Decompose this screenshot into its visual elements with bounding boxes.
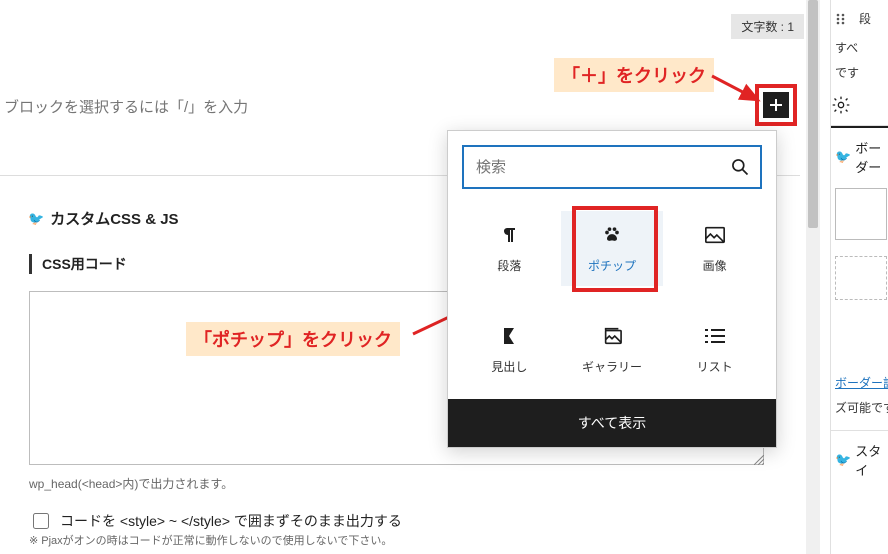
block-inserter-panel: 段落 ポチップ 画像 見出し ギャラリー xyxy=(447,130,777,448)
image-icon xyxy=(704,223,726,247)
block-item-heading[interactable]: 見出し xyxy=(458,312,561,387)
block-label: 画像 xyxy=(703,257,727,274)
raw-output-checkbox-label: コードを <style> ~ </style> で囲まずそのまま出力する xyxy=(60,511,402,531)
search-icon xyxy=(730,157,750,177)
inserter-show-all[interactable]: すべて表示 xyxy=(448,399,776,447)
gear-icon xyxy=(831,95,851,115)
raw-output-note: ※ Pjaxがオンの時はコードが正常に動作しないので使用しないで下さい。 xyxy=(29,532,392,548)
gear-button[interactable] xyxy=(831,85,888,125)
editor-main: 文字数 : 1 ブロックを選択するには「/」を入力 「＋」をクリック 🐦 カスタ… xyxy=(0,0,830,554)
plus-highlight xyxy=(755,84,797,126)
section-title-text: カスタムCSS & JS xyxy=(50,208,178,229)
css-hint-text: wp_head(<head>内)で出力されます。 xyxy=(29,475,233,492)
sidebar-frag: です xyxy=(831,60,888,85)
main-scrollbar[interactable] xyxy=(806,0,820,554)
swan-icon: 🐦 xyxy=(835,452,851,468)
paragraph-icon xyxy=(499,223,519,247)
block-label: 見出し xyxy=(491,358,527,375)
raw-output-checkbox[interactable] xyxy=(33,513,49,529)
sidebar-style-section[interactable]: 🐦 スタイ xyxy=(831,431,888,485)
annotation-pochipp: 「ポチップ」をクリック xyxy=(186,322,400,356)
heading-icon xyxy=(501,324,517,348)
block-placeholder[interactable]: ブロックを選択するには「/」を入力 xyxy=(4,96,248,117)
sidebar-border-link[interactable]: ボーダー設 xyxy=(835,376,888,390)
swan-icon: 🐦 xyxy=(28,211,44,227)
sidebar-frag: ズ可能です xyxy=(831,395,888,420)
block-label: リスト xyxy=(697,358,733,375)
sidebar-style-label: スタイ xyxy=(855,441,888,479)
inserter-search-input[interactable] xyxy=(474,158,730,177)
block-inserter-toggle[interactable] xyxy=(763,92,789,118)
block-item-list[interactable]: リスト xyxy=(663,312,766,387)
scrollbar-thumb[interactable] xyxy=(808,0,818,228)
inserter-search-field[interactable] xyxy=(462,145,762,189)
annotation-plus: 「＋」をクリック xyxy=(554,58,714,92)
block-item-pochipp[interactable]: ポチップ xyxy=(561,211,664,286)
sidebar-frag: 段 xyxy=(855,6,871,31)
drag-handle-icon xyxy=(835,12,849,26)
block-item-image[interactable]: 画像 xyxy=(663,211,766,286)
sidebar-border-label: ボーダー xyxy=(855,138,888,176)
char-count-badge: 文字数 : 1 xyxy=(731,14,804,39)
block-item-gallery[interactable]: ギャラリー xyxy=(561,312,664,387)
sidebar-border-section[interactable]: 🐦 ボーダー xyxy=(831,128,888,182)
block-label: ポチップ xyxy=(588,257,636,274)
block-label: ギャラリー xyxy=(582,358,642,375)
list-icon xyxy=(705,324,725,348)
sidebar-dashed-box[interactable] xyxy=(835,256,887,300)
sidebar-color-swatch[interactable] xyxy=(835,188,887,240)
paw-icon xyxy=(602,223,622,247)
raw-output-checkbox-row[interactable]: コードを <style> ~ </style> で囲まずそのまま出力する xyxy=(29,510,402,532)
custom-css-section-title: 🐦 カスタムCSS & JS xyxy=(28,208,179,229)
block-item-paragraph[interactable]: 段落 xyxy=(458,211,561,286)
block-label: 段落 xyxy=(497,257,521,274)
settings-sidebar: 段 すべ です 🐦 ボーダー ボーダー設 ズ可能です 🐦 スタイ xyxy=(830,0,888,554)
sidebar-frag: すべ xyxy=(831,31,888,60)
textarea-resize-grip[interactable] xyxy=(754,455,764,465)
swan-icon: 🐦 xyxy=(835,149,851,165)
plus-icon xyxy=(768,97,784,113)
css-code-label: CSS用コード xyxy=(29,254,127,274)
gallery-icon xyxy=(601,324,623,348)
